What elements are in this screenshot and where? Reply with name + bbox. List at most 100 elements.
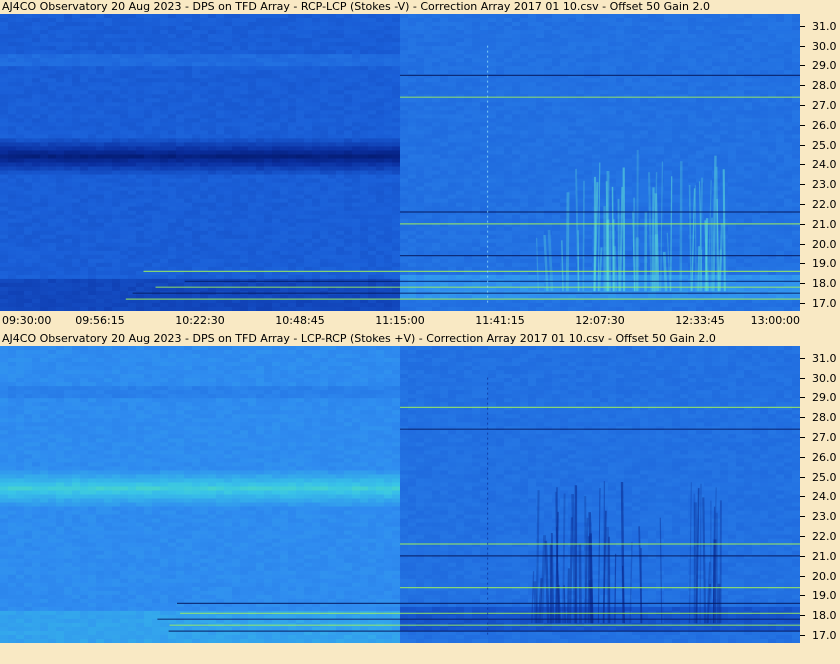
burst-streak [617, 198, 621, 292]
y-tick: 29.0 [800, 391, 840, 405]
y-tick: 18.0 [800, 277, 840, 291]
y-tick: 25.0 [800, 139, 840, 153]
y-tick: 31.0 [800, 20, 840, 34]
y-tick: 26.0 [800, 451, 840, 465]
y-tick-mark [800, 65, 805, 67]
y-tick: 26.0 [800, 119, 840, 133]
burst-streak [577, 230, 580, 292]
y-tick: 20.0 [800, 570, 840, 584]
panel-2-spectrogram [0, 346, 800, 643]
y-tick-mark [800, 85, 805, 87]
y-tick-label: 30.0 [812, 39, 837, 53]
y-tick-mark [800, 184, 805, 186]
y-tick: 27.0 [800, 99, 840, 113]
y-tick-mark [800, 476, 805, 478]
y-tick-label: 21.0 [812, 217, 837, 231]
y-tick-label: 25.0 [812, 138, 837, 152]
y-tick: 28.0 [800, 79, 840, 93]
y-tick-label: 29.0 [812, 391, 837, 405]
y-tick-mark [800, 283, 805, 285]
y-tick-mark [800, 615, 805, 617]
y-tick-label: 17.0 [812, 297, 837, 311]
x-tick-label: 10:22:30 [175, 314, 225, 327]
burst-streak [699, 483, 702, 624]
panel-2-y-axis: 31.0 30.0 29.0 28.0 27.0 26.0 25.0 24.0 23.0 22.0… [800, 346, 840, 643]
y-tick-label: 26.0 [812, 118, 837, 132]
burst-streak [584, 495, 587, 624]
y-tick-label: 29.0 [812, 59, 837, 73]
y-tick-label: 31.0 [812, 351, 837, 365]
y-tick-mark [800, 377, 805, 379]
y-tick-mark [800, 263, 805, 265]
y-tick-mark [800, 397, 805, 399]
panel-1-y-axis: 31.0 30.0 29.0 28.0 27.0 26.0 25.0 24.0 23.0 22.0… [800, 14, 840, 311]
y-tick-label: 30.0 [812, 371, 837, 385]
y-tick-label: 19.0 [812, 589, 837, 603]
y-tick: 30.0 [800, 40, 840, 54]
y-tick: 18.0 [800, 609, 840, 623]
y-tick-mark [800, 164, 805, 166]
y-tick-mark [800, 124, 805, 126]
y-tick-mark [800, 496, 805, 498]
x-tick-label: 11:41:15 [475, 314, 525, 327]
y-tick-mark [800, 204, 805, 206]
y-tick: 21.0 [800, 550, 840, 564]
y-tick: 23.0 [800, 178, 840, 192]
y-tick-label: 22.0 [812, 198, 837, 212]
y-tick-label: 18.0 [812, 277, 837, 291]
y-tick-mark [800, 223, 805, 225]
y-tick: 23.0 [800, 510, 840, 524]
y-tick-mark [800, 516, 805, 518]
y-tick-mark [800, 144, 805, 146]
y-tick-label: 24.0 [812, 490, 837, 504]
panel-2-svg [0, 346, 800, 643]
y-tick-mark [800, 456, 805, 458]
y-tick-mark [800, 575, 805, 577]
x-tick-label: 12:33:45 [675, 314, 725, 327]
x-axis: 09:30:00 09:56:15 10:22:30 10:48:45 11:15:00… [0, 311, 840, 333]
y-tick: 24.0 [800, 490, 840, 504]
y-tick: 31.0 [800, 352, 840, 366]
y-tick-label: 31.0 [812, 19, 837, 33]
y-tick-label: 20.0 [812, 569, 837, 583]
y-tick-label: 23.0 [812, 510, 837, 524]
burst-streak [603, 481, 606, 624]
y-tick-label: 28.0 [812, 411, 837, 425]
burst-streak [722, 169, 726, 292]
y-tick: 28.0 [800, 411, 840, 425]
y-tick-label: 28.0 [812, 79, 837, 93]
y-tick-mark [800, 417, 805, 419]
x-tick-label: 09:30:00 [2, 314, 52, 327]
spectrogram-cells [0, 346, 800, 643]
y-tick: 25.0 [800, 471, 840, 485]
y-tick: 17.0 [800, 629, 840, 643]
burst-streak [565, 192, 570, 292]
panel-1-title: AJ4CO Observatory 20 Aug 2023 - DPS on T… [2, 0, 710, 13]
burst-streak [582, 180, 585, 292]
panel-1-svg [0, 14, 800, 311]
burst-streak [566, 568, 570, 624]
y-tick: 17.0 [800, 297, 840, 311]
x-tick-label: 11:15:00 [375, 314, 425, 327]
x-tick-label: 10:48:45 [275, 314, 325, 327]
y-tick-label: 17.0 [812, 629, 837, 643]
y-tick-label: 25.0 [812, 470, 837, 484]
y-tick: 22.0 [800, 198, 840, 212]
y-tick-label: 18.0 [812, 609, 837, 623]
y-tick-mark [800, 243, 805, 245]
y-tick-label: 24.0 [812, 158, 837, 172]
y-tick-mark [800, 357, 805, 359]
y-tick: 19.0 [800, 589, 840, 603]
burst-streak [651, 187, 655, 292]
y-tick-label: 21.0 [812, 549, 837, 563]
x-tick-label: 09:56:15 [75, 314, 125, 327]
burst-streak [697, 246, 700, 292]
y-tick: 21.0 [800, 218, 840, 232]
y-tick-label: 27.0 [812, 431, 837, 445]
y-tick-mark [800, 25, 805, 27]
y-tick: 22.0 [800, 530, 840, 544]
y-tick-mark [800, 635, 805, 637]
y-tick: 27.0 [800, 431, 840, 445]
y-tick-label: 20.0 [812, 237, 837, 251]
y-tick: 20.0 [800, 238, 840, 252]
